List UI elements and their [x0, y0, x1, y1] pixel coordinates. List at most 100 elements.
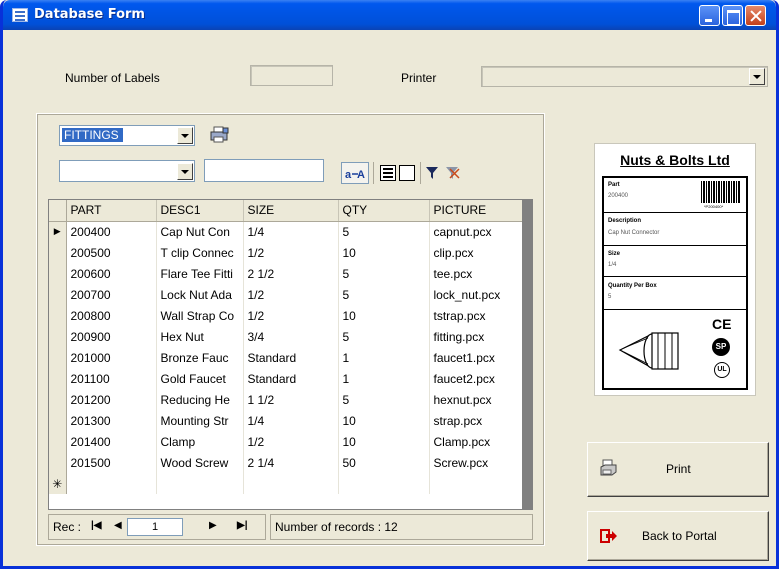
cell-size[interactable]: 1/4	[243, 221, 339, 242]
new-record-row[interactable]: ✳	[49, 473, 525, 494]
cell-size[interactable]: 1/2	[243, 284, 339, 305]
cell-picture[interactable]: lock_nut.pcx	[429, 284, 525, 305]
table-row[interactable]: 201100 Gold Faucet Standard 1 faucet2.pc…	[49, 368, 525, 389]
new-record-marker[interactable]: ✳	[49, 473, 67, 494]
cell-part[interactable]: 200800	[66, 305, 157, 326]
row-selector[interactable]	[49, 284, 67, 305]
cell-desc1[interactable]: Wall Strap Co	[156, 305, 244, 326]
printer-icon[interactable]	[210, 126, 230, 144]
filter-icon[interactable]	[424, 165, 440, 181]
cell-picture[interactable]: tstrap.pcx	[429, 305, 525, 326]
row-selector[interactable]	[49, 242, 67, 263]
cell-part[interactable]: 200600	[66, 263, 157, 284]
cell-size[interactable]: 2 1/2	[243, 263, 339, 284]
cell-desc1[interactable]: Bronze Fauc	[156, 347, 244, 368]
cell-picture[interactable]: faucet2.pcx	[429, 368, 525, 389]
cell-size[interactable]: Standard	[243, 368, 339, 389]
cell-desc1[interactable]: Clamp	[156, 431, 244, 452]
first-record-icon[interactable]: |◀	[91, 520, 102, 531]
row-selector[interactable]	[49, 431, 67, 452]
cell-size[interactable]: 1/4	[243, 410, 339, 431]
cell-size[interactable]: Standard	[243, 347, 339, 368]
cell-picture[interactable]: tee.pcx	[429, 263, 525, 284]
parts-grid[interactable]: PART DESC1 SIZE QTY PICTURE ▶ 200400 Cap…	[48, 199, 533, 510]
search-input[interactable]	[204, 159, 324, 182]
table-row[interactable]: 201200 Reducing He 1 1/2 5 hexnut.pcx	[49, 389, 525, 410]
column-header-picture[interactable]: PICTURE	[429, 200, 525, 222]
table-row[interactable]: 201400 Clamp 1/2 10 Clamp.pcx	[49, 431, 525, 452]
next-record-icon[interactable]: ▶	[209, 520, 217, 531]
cell-size[interactable]: 1/2	[243, 431, 339, 452]
current-row-indicator[interactable]: ▶	[49, 221, 67, 242]
table-row[interactable]: 200800 Wall Strap Co 1/2 10 tstrap.pcx	[49, 305, 525, 326]
cell-part[interactable]: 201000	[66, 347, 157, 368]
table-row[interactable]: 201000 Bronze Fauc Standard 1 faucet1.pc…	[49, 347, 525, 368]
column-header-qty[interactable]: QTY	[338, 200, 430, 222]
table-row[interactable]: 200900 Hex Nut 3/4 5 fitting.pcx	[49, 326, 525, 347]
cell-part[interactable]: 201300	[66, 410, 157, 431]
sort-az-icon[interactable]: a A	[341, 162, 369, 184]
table-row[interactable]: 201300 Mounting Str 1/4 10 strap.pcx	[49, 410, 525, 431]
cell-part[interactable]: 201500	[66, 452, 157, 473]
cell-desc1[interactable]: Wood Screw	[156, 452, 244, 473]
cell-picture[interactable]: faucet1.pcx	[429, 347, 525, 368]
last-record-icon[interactable]: ▶|	[237, 520, 248, 531]
cell-picture[interactable]: fitting.pcx	[429, 326, 525, 347]
cell-part[interactable]: 200500	[66, 242, 157, 263]
table-select[interactable]: FITTINGS	[59, 125, 195, 146]
printer-select[interactable]	[481, 66, 768, 87]
table-row[interactable]: ▶ 200400 Cap Nut Con 1/4 5 capnut.pcx	[49, 221, 525, 242]
field-select[interactable]	[59, 160, 195, 182]
cell-qty[interactable]: 10	[338, 431, 430, 452]
maximize-button[interactable]	[722, 5, 743, 26]
row-selector[interactable]	[49, 347, 67, 368]
cell-qty[interactable]: 50	[338, 452, 430, 473]
cell-qty[interactable]: 5	[338, 389, 430, 410]
cell-size[interactable]: 3/4	[243, 326, 339, 347]
table-row[interactable]: 201500 Wood Screw 2 1/4 50 Screw.pcx	[49, 452, 525, 473]
cell-desc1[interactable]: T clip Connec	[156, 242, 244, 263]
cell-size[interactable]: 1/2	[243, 305, 339, 326]
row-selector[interactable]	[49, 326, 67, 347]
cell-desc1[interactable]: Lock Nut Ada	[156, 284, 244, 305]
cell-picture[interactable]: clip.pcx	[429, 242, 525, 263]
cell-picture[interactable]: capnut.pcx	[429, 221, 525, 242]
record-number-input[interactable]: 1	[127, 518, 183, 536]
chevron-down-icon[interactable]	[177, 163, 193, 180]
cell-part[interactable]: 200700	[66, 284, 157, 305]
cell-desc1[interactable]: Cap Nut Con	[156, 221, 244, 242]
cell-part[interactable]: 200400	[66, 221, 157, 242]
chevron-down-icon[interactable]	[177, 127, 193, 144]
title-bar[interactable]: Database Form	[3, 0, 776, 30]
table-row[interactable]: 200500 T clip Connec 1/2 10 clip.pcx	[49, 242, 525, 263]
cell-qty[interactable]: 10	[338, 305, 430, 326]
column-header-part[interactable]: PART	[66, 200, 157, 222]
grid-vertical-scrollbar[interactable]	[522, 200, 532, 509]
cell-qty[interactable]: 5	[338, 284, 430, 305]
cell-part[interactable]: 201400	[66, 431, 157, 452]
cell-qty[interactable]: 5	[338, 326, 430, 347]
cell-qty[interactable]: 5	[338, 263, 430, 284]
column-header-size[interactable]: SIZE	[243, 200, 339, 222]
prev-record-icon[interactable]: ◀	[114, 520, 122, 531]
cell-desc1[interactable]: Flare Tee Fitti	[156, 263, 244, 284]
row-selector[interactable]	[49, 305, 67, 326]
list-view-icon[interactable]	[380, 165, 396, 181]
cell-part[interactable]: 201100	[66, 368, 157, 389]
row-selector[interactable]	[49, 263, 67, 284]
labels-count-input[interactable]	[250, 65, 333, 86]
form-view-icon[interactable]	[399, 165, 415, 181]
cell-desc1[interactable]: Hex Nut	[156, 326, 244, 347]
cell-desc1[interactable]: Mounting Str	[156, 410, 244, 431]
print-button[interactable]: Print	[587, 442, 769, 497]
cell-picture[interactable]: strap.pcx	[429, 410, 525, 431]
row-selector[interactable]	[49, 368, 67, 389]
cell-part[interactable]: 201200	[66, 389, 157, 410]
minimize-button[interactable]	[699, 5, 720, 26]
cell-qty[interactable]: 1	[338, 368, 430, 389]
back-to-portal-button[interactable]: Back to Portal	[587, 511, 769, 561]
cell-picture[interactable]: Clamp.pcx	[429, 431, 525, 452]
cell-size[interactable]: 1 1/2	[243, 389, 339, 410]
cell-qty[interactable]: 1	[338, 347, 430, 368]
table-row[interactable]: 200700 Lock Nut Ada 1/2 5 lock_nut.pcx	[49, 284, 525, 305]
